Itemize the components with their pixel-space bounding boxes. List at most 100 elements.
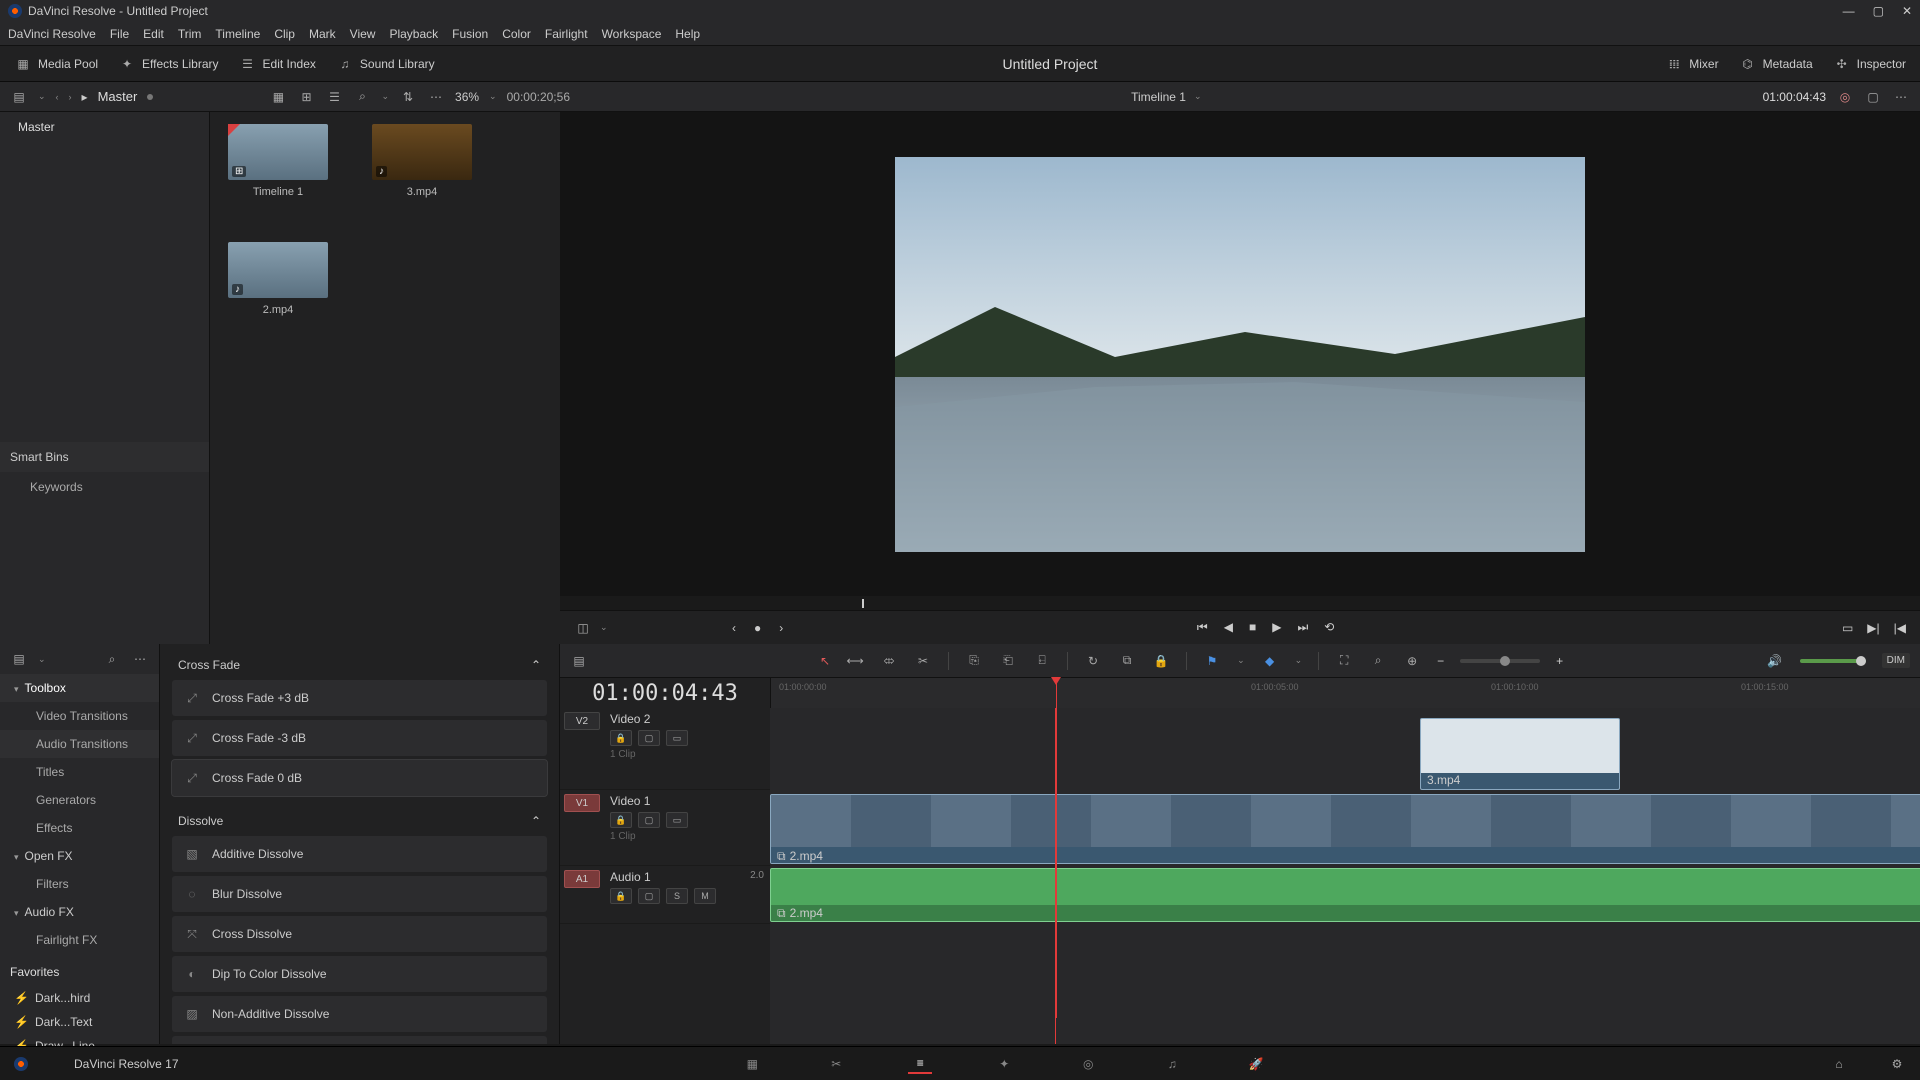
settings-icon[interactable]: ⚙ xyxy=(1888,1057,1906,1071)
minimize-icon[interactable]: — xyxy=(1843,4,1855,18)
sound-library-toggle[interactable]: ♫Sound Library xyxy=(336,57,435,71)
panel-icon[interactable]: ▤ xyxy=(10,652,28,666)
next-edit-icon[interactable]: › xyxy=(779,621,783,635)
edit-index-toggle[interactable]: ☰Edit Index xyxy=(239,57,316,71)
insert-clip-icon[interactable]: ⎘ xyxy=(965,654,983,668)
retime-icon[interactable]: ↻ xyxy=(1084,654,1102,668)
solo-button[interactable]: S xyxy=(666,888,688,904)
fx-cat-toolbox[interactable]: Toolbox xyxy=(0,674,159,702)
collapse-icon[interactable]: ⌃ xyxy=(531,658,541,672)
insert-icon[interactable]: ◫ xyxy=(574,621,592,635)
fx-item[interactable]: ▧Additive Dissolve xyxy=(172,836,547,872)
menu-item[interactable]: File xyxy=(110,27,129,41)
prev-icon[interactable]: ‹ xyxy=(56,92,59,102)
lock-icon[interactable]: 🔒 xyxy=(610,888,632,904)
menu-item[interactable]: Timeline xyxy=(215,27,260,41)
timeline-ruler[interactable]: 01:00:00:00 01:00:05:00 01:00:10:00 01:0… xyxy=(770,678,1920,708)
fx-group-header[interactable]: Cross Fade⌃ xyxy=(172,654,547,680)
blade-tool-icon[interactable]: ✂ xyxy=(914,654,932,668)
fx-cat-audio-trans[interactable]: Audio Transitions xyxy=(0,730,159,758)
maximize-icon[interactable]: ▢ xyxy=(1873,4,1884,18)
close-icon[interactable]: ✕ xyxy=(1902,4,1912,18)
pool-item-clip[interactable]: ♪ 3.mp4 xyxy=(372,124,472,198)
viewer-zoom[interactable]: 36% xyxy=(455,90,479,104)
zoom-in-icon[interactable]: + xyxy=(1556,654,1563,668)
volume-icon[interactable]: 🔊 xyxy=(1766,654,1784,668)
fx-group-header[interactable]: Dissolve⌃ xyxy=(172,810,547,836)
dynamic-trim-icon[interactable]: ⤄ xyxy=(880,654,898,668)
custom-zoom-icon[interactable]: ⊕ xyxy=(1403,654,1421,668)
step-back-icon[interactable]: ◀ xyxy=(1224,620,1233,635)
fx-item[interactable]: ⤧Cross Dissolve xyxy=(172,916,547,952)
fx-item[interactable]: ◌Blur Dissolve xyxy=(172,876,547,912)
mute-button[interactable]: M xyxy=(694,888,716,904)
fx-cat-filters[interactable]: Filters xyxy=(0,870,159,898)
marker-blue-icon[interactable]: ◆ xyxy=(1261,654,1279,668)
bin-master[interactable]: Master xyxy=(0,112,209,142)
menu-item[interactable]: Mark xyxy=(309,27,336,41)
sort-icon[interactable]: ⇅ xyxy=(399,90,417,104)
track-tag-v2[interactable]: V2 xyxy=(564,712,600,730)
effects-library-toggle[interactable]: ✦Effects Library xyxy=(118,57,218,71)
clip-v2[interactable]: 3.mp4 xyxy=(1420,718,1620,790)
track-area[interactable]: 3.mp4 ⧉2.mp4 ⧉2.mp4 xyxy=(770,708,1920,1044)
view-options-icon[interactable]: ▤ xyxy=(570,654,588,668)
trim-tool-icon[interactable]: ⟷ xyxy=(846,654,864,668)
page-deliver-icon[interactable]: 🚀 xyxy=(1244,1054,1268,1074)
grid-view-icon[interactable]: ⊞ xyxy=(297,90,315,104)
page-fairlight-icon[interactable]: ♫ xyxy=(1160,1054,1184,1074)
page-cut-icon[interactable]: ✂ xyxy=(824,1054,848,1074)
search-icon[interactable]: ⌕ xyxy=(103,652,121,666)
dim-button[interactable]: DIM xyxy=(1882,653,1910,668)
chevron-down-icon[interactable]: ⌄ xyxy=(600,622,608,633)
more-icon[interactable]: ⋯ xyxy=(1892,90,1910,104)
fx-cat-audiofx[interactable]: Audio FX xyxy=(0,898,159,926)
inspector-toggle[interactable]: ✣Inspector xyxy=(1833,57,1906,71)
fx-item[interactable]: ⤢Cross Fade +3 dB xyxy=(172,680,547,716)
pointer-tool-icon[interactable]: ↖ xyxy=(820,654,830,668)
link-icon[interactable]: ⧉ xyxy=(1118,654,1136,668)
favorite-item[interactable]: ⚡Dark...hird xyxy=(0,986,159,1010)
single-viewer-icon[interactable]: ▢ xyxy=(1864,90,1882,104)
play-icon[interactable]: ▶ xyxy=(1272,620,1281,635)
chevron-down-icon[interactable]: ⌄ xyxy=(1194,91,1202,102)
auto-select-icon[interactable]: ▢ xyxy=(638,812,660,828)
search-icon[interactable]: ⌕ xyxy=(353,90,371,104)
chevron-down-icon[interactable]: ⌄ xyxy=(38,91,46,102)
overwrite-clip-icon[interactable]: ⎗ xyxy=(999,654,1017,668)
fx-cat-video-trans[interactable]: Video Transitions xyxy=(0,702,159,730)
menu-item[interactable]: Edit xyxy=(143,27,164,41)
flag-blue-icon[interactable]: ⚑ xyxy=(1203,654,1221,668)
pool-item-clip[interactable]: ♪ 2.mp4 xyxy=(228,242,328,316)
menu-item[interactable]: Playback xyxy=(389,27,438,41)
prev-edit-icon[interactable]: ‹ xyxy=(732,621,736,635)
auto-select-icon[interactable]: ▢ xyxy=(638,888,660,904)
zoom-to-fit-icon[interactable]: ⛶ xyxy=(1335,654,1353,668)
menu-item[interactable]: Fairlight xyxy=(545,27,588,41)
menu-item[interactable]: Trim xyxy=(178,27,202,41)
viewer-canvas[interactable] xyxy=(560,112,1920,596)
prev-clip-icon[interactable]: |◀ xyxy=(1894,621,1906,635)
next-clip-icon[interactable]: ▶| xyxy=(1867,621,1879,635)
fx-cat-openfx[interactable]: Open FX xyxy=(0,842,159,870)
smart-bin-keywords[interactable]: Keywords xyxy=(0,472,209,502)
list-view-icon[interactable]: ☰ xyxy=(325,90,343,104)
timeline-name[interactable]: Timeline 1 xyxy=(1131,90,1186,104)
auto-select-icon[interactable]: ▢ xyxy=(638,730,660,746)
chevron-down-icon[interactable]: ⌄ xyxy=(489,91,497,102)
chevron-down-icon[interactable]: ⌄ xyxy=(1237,655,1245,666)
clip-a1[interactable]: ⧉2.mp4 xyxy=(770,868,1920,922)
stop-icon[interactable]: ■ xyxy=(1249,620,1256,635)
replace-clip-icon[interactable]: ⍇ xyxy=(1033,654,1051,668)
chevron-down-icon[interactable]: ⌄ xyxy=(381,91,389,102)
zoom-knob[interactable] xyxy=(1500,656,1510,666)
lock-icon[interactable]: 🔒 xyxy=(1152,654,1170,668)
loop-icon[interactable]: ⟲ xyxy=(1324,620,1334,635)
media-pool-toggle[interactable]: ▦Media Pool xyxy=(14,57,98,71)
volume-slider[interactable] xyxy=(1800,659,1866,663)
match-frame-icon[interactable]: ● xyxy=(754,621,761,635)
go-last-icon[interactable]: ⏭ xyxy=(1297,620,1308,635)
menu-item[interactable]: Fusion xyxy=(452,27,488,41)
menu-item[interactable]: Workspace xyxy=(602,27,662,41)
track-tag-a1[interactable]: A1 xyxy=(564,870,600,888)
